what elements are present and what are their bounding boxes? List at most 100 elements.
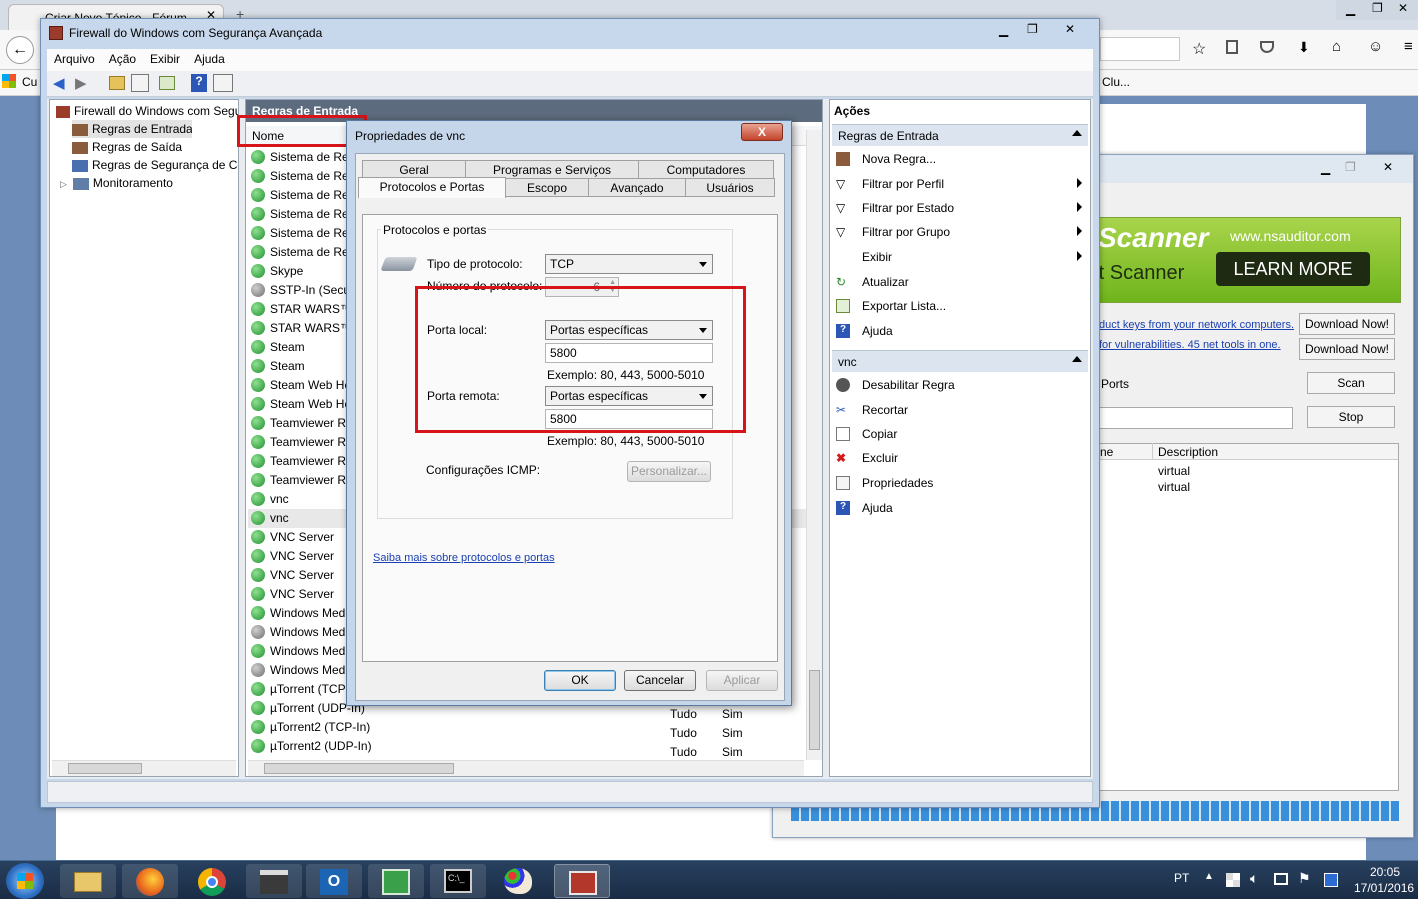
minimize-icon[interactable]: ▁ (1321, 161, 1330, 175)
rules-vscrollbar[interactable] (806, 130, 822, 760)
tree-root[interactable]: Firewall do Windows com Segurança Avança… (56, 102, 238, 120)
outlook-taskbar-icon[interactable]: O (306, 864, 362, 898)
network-tray-icon[interactable] (1274, 873, 1288, 885)
ports-input[interactable] (1099, 407, 1293, 429)
media-taskbar-icon[interactable] (246, 864, 302, 898)
action-export[interactable]: Exportar Lista... (830, 295, 1088, 317)
maximize-icon[interactable]: ❐ (1027, 22, 1038, 36)
firewall-taskbar-icon[interactable] (554, 864, 610, 898)
pocket-icon[interactable] (1260, 41, 1274, 53)
tree-item-outbound[interactable]: Regras de Saída (72, 138, 238, 156)
bookmark-left[interactable]: Cu (22, 75, 37, 89)
tray-app-icon[interactable] (1324, 873, 1338, 887)
help-icon[interactable]: ? (191, 74, 207, 92)
download-icon[interactable]: ⬇ (1298, 39, 1310, 56)
action-refresh[interactable]: ↻ Atualizar (830, 271, 1088, 293)
tab-protocolos[interactable]: Protocolos e Portas (358, 177, 506, 198)
action-filter-group[interactable]: ▽ Filtrar por Grupo (830, 221, 1088, 243)
maximize-icon[interactable]: ❐ (1372, 1, 1383, 15)
ad-banner[interactable]: Scanner rt Scanner www.nsauditor.com LEA… (1083, 217, 1401, 303)
export-icon[interactable] (159, 76, 175, 90)
action-disable-rule[interactable]: Desabilitar Regra (830, 374, 1088, 396)
clock-time[interactable]: 20:05 (1370, 865, 1400, 879)
col-description-header[interactable]: Description (1158, 445, 1218, 459)
promo-link-2[interactable]: for vulnerabilities. 45 net tools in one… (1099, 339, 1281, 351)
back-icon[interactable]: ◀ (53, 74, 65, 92)
action-pane-icon[interactable] (213, 74, 233, 92)
action-delete[interactable]: ✖ Excluir (830, 447, 1088, 469)
tree-item-connection-security[interactable]: Regras de Segurança de Conexão (72, 156, 238, 174)
forward-icon[interactable]: ▶ (75, 74, 87, 92)
clock-date[interactable]: 17/01/2016 (1354, 881, 1414, 895)
tab-avancado[interactable]: Avançado (588, 178, 686, 197)
scroll-thumb[interactable] (264, 763, 454, 774)
menu-acao[interactable]: Ação (102, 49, 143, 69)
menu-exibir[interactable]: Exibir (143, 49, 187, 69)
up-folder-icon[interactable] (109, 76, 125, 90)
action-view[interactable]: Exibir (830, 246, 1088, 268)
apply-button[interactable]: Aplicar (706, 670, 778, 691)
start-button[interactable] (6, 863, 44, 899)
home-icon[interactable]: ⌂ (1332, 38, 1341, 55)
customize-button[interactable]: Personalizar... (627, 461, 711, 482)
learn-more-button[interactable]: LEARN MORE (1216, 252, 1370, 286)
bookmark-right[interactable]: Clu... (1102, 75, 1130, 89)
rules-hscrollbar[interactable] (248, 760, 804, 776)
expand-icon[interactable]: ▷ (60, 179, 67, 189)
minimize-icon[interactable]: ▁ (999, 23, 1008, 37)
tab-usuarios[interactable]: Usuários (685, 178, 775, 197)
back-icon[interactable]: ← (6, 36, 34, 64)
firefox-taskbar-icon[interactable] (122, 864, 178, 898)
tab-computadores[interactable]: Computadores (638, 160, 774, 179)
close-icon[interactable]: ✕ (1398, 1, 1408, 15)
explorer-taskbar-icon[interactable] (60, 864, 116, 898)
actions-section-vnc[interactable]: vnc (832, 350, 1088, 372)
action-filter-state[interactable]: ▽ Filtrar por Estado (830, 197, 1088, 219)
maximize-icon[interactable]: ❐ (1345, 160, 1356, 174)
paint-taskbar-icon[interactable] (490, 864, 546, 898)
cmd-taskbar-icon[interactable]: C:\_ (430, 864, 486, 898)
download-button-1[interactable]: Download Now! (1299, 313, 1395, 335)
menu-arquivo[interactable]: Arquivo (47, 49, 102, 69)
tree-hscrollbar[interactable] (52, 760, 236, 776)
volume-icon[interactable]: 🔈︎ (1250, 870, 1258, 887)
action-help[interactable]: ? Ajuda (830, 320, 1088, 342)
windows-update-icon[interactable] (1226, 873, 1240, 887)
action-filter-profile[interactable]: ▽ Filtrar por Perfil (830, 173, 1088, 195)
scroll-thumb[interactable] (809, 670, 820, 750)
tray-expand-icon[interactable]: ▲ (1204, 871, 1214, 882)
download-button-2[interactable]: Download Now! (1299, 338, 1395, 360)
tree-item-monitoring[interactable]: ▷ Monitoramento (60, 174, 238, 192)
chrome-taskbar-icon[interactable] (184, 864, 240, 898)
ok-button[interactable]: OK (544, 670, 616, 691)
action-cut[interactable]: ✂ Recortar (830, 399, 1088, 421)
flag-icon[interactable]: ⚑ (1298, 870, 1311, 887)
scroll-thumb[interactable] (68, 763, 142, 774)
action-new-rule[interactable]: Nova Regra... (830, 148, 1088, 170)
reading-list-icon[interactable] (1226, 40, 1238, 54)
action-properties[interactable]: Propriedades (830, 472, 1088, 494)
collapse-icon[interactable] (1072, 356, 1082, 362)
minimize-icon[interactable]: ▁ (1346, 2, 1355, 16)
network-taskbar-icon[interactable] (368, 864, 424, 898)
close-icon[interactable]: ✕ (1065, 22, 1075, 36)
protocol-type-select[interactable]: TCP (545, 254, 713, 274)
actions-section-inbound[interactable]: Regras de Entrada (832, 124, 1088, 146)
tree-item-inbound[interactable]: Regras de Entrada (72, 120, 192, 138)
language-indicator[interactable]: PT (1174, 871, 1189, 885)
cancel-button[interactable]: Cancelar (624, 670, 696, 691)
action-copy[interactable]: Copiar (830, 423, 1088, 445)
menu-icon[interactable]: ≡ (1404, 38, 1413, 55)
collapse-icon[interactable] (1072, 130, 1082, 136)
promo-link-1[interactable]: duct keys from your network computers. (1099, 319, 1294, 331)
chat-icon[interactable]: ☺ (1368, 38, 1383, 55)
scan-button[interactable]: Scan (1307, 372, 1395, 394)
dialog-close-button[interactable]: X (741, 123, 783, 141)
action-help-2[interactable]: ? Ajuda (830, 497, 1088, 519)
learn-more-link[interactable]: Saiba mais sobre protocolos e portas (373, 552, 555, 564)
menu-ajuda[interactable]: Ajuda (187, 49, 232, 69)
col-name-header[interactable]: ne (1100, 445, 1113, 459)
tab-escopo[interactable]: Escopo (505, 178, 589, 197)
search-box[interactable] (1100, 37, 1180, 61)
close-icon[interactable]: ✕ (1383, 160, 1393, 174)
